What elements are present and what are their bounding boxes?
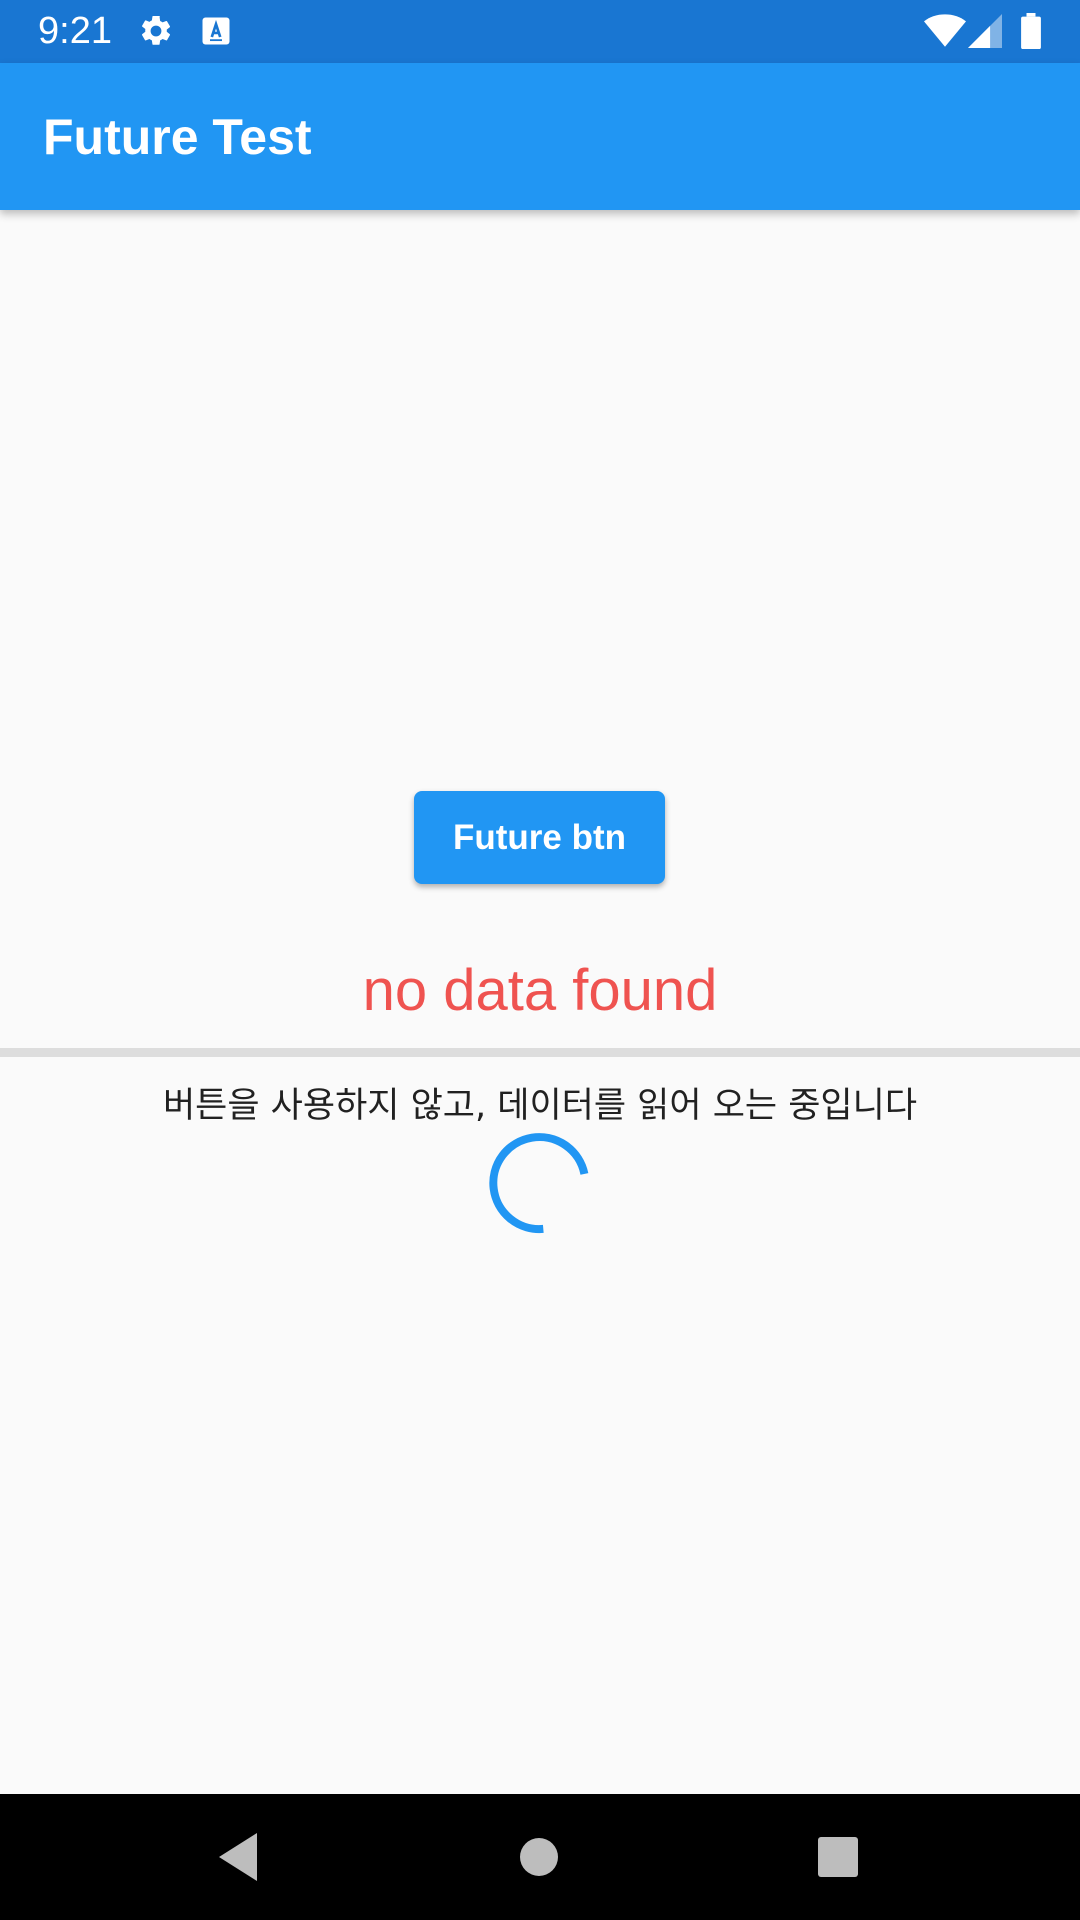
navigation-bar [0, 1794, 1080, 1920]
status-bar: 9:21 [0, 0, 1080, 63]
page-title: Future Test [43, 109, 312, 165]
screen: 9:21 Future Test Future btn no data foun… [0, 0, 1080, 1920]
battery-icon [1020, 13, 1042, 50]
divider [0, 1048, 1080, 1057]
wifi-icon [924, 13, 966, 49]
home-icon[interactable] [509, 1827, 569, 1887]
future-button[interactable]: Future btn [414, 791, 665, 884]
no-data-text: no data found [362, 958, 718, 1023]
app-bar: Future Test [0, 63, 1080, 210]
signal-icon [968, 13, 1002, 49]
font-a-icon [198, 13, 234, 49]
back-icon[interactable] [209, 1827, 269, 1887]
gear-icon [138, 13, 174, 49]
loading-message: 버튼을 사용하지 않고, 데이터를 읽어 오는 중입니다 [162, 1086, 918, 1126]
recents-icon[interactable] [808, 1827, 868, 1887]
loading-spinner-icon [485, 1128, 595, 1238]
status-time: 9:21 [38, 10, 112, 52]
